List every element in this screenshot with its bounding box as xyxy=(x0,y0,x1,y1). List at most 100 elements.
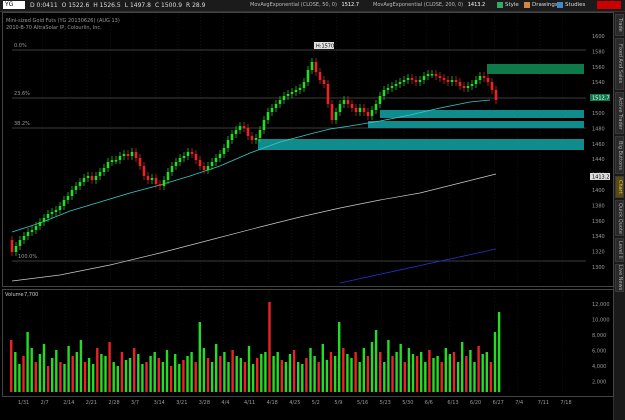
volume-bar xyxy=(75,352,78,392)
date-tick-label: 5/16 xyxy=(357,400,368,406)
date-tick-label: 6/13 xyxy=(447,400,458,406)
price-tick-label: 1400 xyxy=(592,188,605,194)
volume-bar xyxy=(342,348,345,392)
candle-body xyxy=(374,104,378,110)
volume-tick-label: 12,000 xyxy=(592,302,610,308)
candle-body xyxy=(10,240,14,252)
volume-bar xyxy=(128,358,132,392)
candle-body xyxy=(410,78,414,80)
volume-bar xyxy=(493,332,497,392)
volume-bar xyxy=(325,360,329,392)
volume-bar xyxy=(34,362,37,392)
candle-body xyxy=(310,62,314,70)
candle-body xyxy=(150,178,154,180)
volume-bar xyxy=(432,358,435,392)
candle-body xyxy=(394,84,398,86)
support-zone-3[interactable] xyxy=(258,139,584,150)
candle-body xyxy=(398,82,402,84)
date-tick-label: 5/9 xyxy=(334,400,342,406)
volume-bar xyxy=(55,350,58,392)
date-tick-label: 7/11 xyxy=(538,400,549,406)
volume-bar xyxy=(108,342,111,392)
ma50-line[interactable] xyxy=(11,99,491,233)
volume-bar xyxy=(223,352,226,392)
support-zone-2[interactable] xyxy=(368,121,584,128)
volume-bar xyxy=(313,356,316,392)
volume-bar xyxy=(448,354,452,392)
candle-body xyxy=(434,74,438,76)
volume-bar xyxy=(124,360,128,392)
volume-bar xyxy=(186,356,189,392)
candle-body xyxy=(370,110,374,116)
date-axis: 1/31 2/7 2/14 2/21 2/28 3/7 3/14 3/21 3/28 4/4 4/1… xyxy=(18,400,572,406)
candle-body xyxy=(94,176,98,180)
volume-bar xyxy=(247,346,251,392)
date-tick-label: 4/25 xyxy=(289,400,300,406)
date-tick-label: 3/14 xyxy=(154,400,165,406)
resistance-zone[interactable] xyxy=(487,64,584,74)
volume-bar xyxy=(489,362,493,392)
candle-body xyxy=(178,158,182,162)
volume-bar xyxy=(22,356,25,392)
volume-bar xyxy=(473,362,476,392)
volume-bar xyxy=(469,350,472,392)
candle-body xyxy=(330,104,334,120)
candle-body xyxy=(334,112,338,120)
volume-bar xyxy=(477,346,480,392)
volume-title: Volume xyxy=(5,292,24,298)
volume-tick-label: 4,000 xyxy=(592,364,606,370)
volume-bar xyxy=(145,362,148,392)
volume-bar xyxy=(370,342,374,392)
candle-body xyxy=(322,80,326,84)
date-tick-label: 6/27 xyxy=(493,400,504,406)
date-tick-label: 2/21 xyxy=(86,400,97,406)
volume-bar xyxy=(100,354,103,392)
volume-bar xyxy=(210,362,214,392)
candle-body xyxy=(338,104,342,112)
candle-body xyxy=(50,212,54,214)
date-tick-label: 6/6 xyxy=(425,400,433,406)
date-tick-label: 7/4 xyxy=(515,400,523,406)
volume-bar xyxy=(444,348,447,392)
candle-body xyxy=(174,162,178,166)
candle-body xyxy=(326,84,330,104)
candle-body xyxy=(294,90,298,92)
candle-body xyxy=(62,200,66,206)
volume-bar xyxy=(26,332,29,392)
candle-body xyxy=(362,108,366,112)
candle-body xyxy=(278,100,282,104)
candle-body xyxy=(402,80,406,82)
candle-body xyxy=(166,172,170,180)
price-tick-label: 1300 xyxy=(592,265,605,271)
trendline[interactable] xyxy=(339,248,497,284)
volume-bar xyxy=(407,348,411,392)
volume-bar xyxy=(481,354,484,392)
candle-body xyxy=(254,138,258,140)
platform-window: YG D 0:0411 O 1522.6 H 1526.5 L 1497.8 C… xyxy=(0,0,625,420)
volume-bar xyxy=(424,362,427,392)
volume-bar xyxy=(149,356,152,392)
volume-bar xyxy=(59,362,62,392)
chart-subtitle: Mini-sized Gold Futs (YG 20130626) (AUG … xyxy=(6,18,120,24)
candle-body xyxy=(302,82,306,88)
volume-bar xyxy=(182,360,185,392)
volume-bar xyxy=(387,340,390,392)
date-tick-label: 2/14 xyxy=(63,400,74,406)
candle-body xyxy=(454,80,458,82)
volume-bar xyxy=(157,358,160,392)
candle-body xyxy=(158,184,162,186)
support-zone-1[interactable] xyxy=(380,110,584,118)
volume-bar xyxy=(67,346,70,392)
candle-body xyxy=(206,166,210,170)
volume-bar xyxy=(366,356,370,392)
volume-bar xyxy=(133,348,136,392)
date-tick-label: 3/7 xyxy=(131,400,139,406)
candle-body xyxy=(34,226,38,230)
candle-body xyxy=(106,162,110,168)
date-tick-label: 3/21 xyxy=(176,400,187,406)
candle-body xyxy=(282,96,286,100)
volume-bar xyxy=(104,356,107,392)
candle-body xyxy=(142,166,146,176)
volume-bar xyxy=(395,352,398,392)
fib-label-100: 100.0% xyxy=(18,254,37,260)
